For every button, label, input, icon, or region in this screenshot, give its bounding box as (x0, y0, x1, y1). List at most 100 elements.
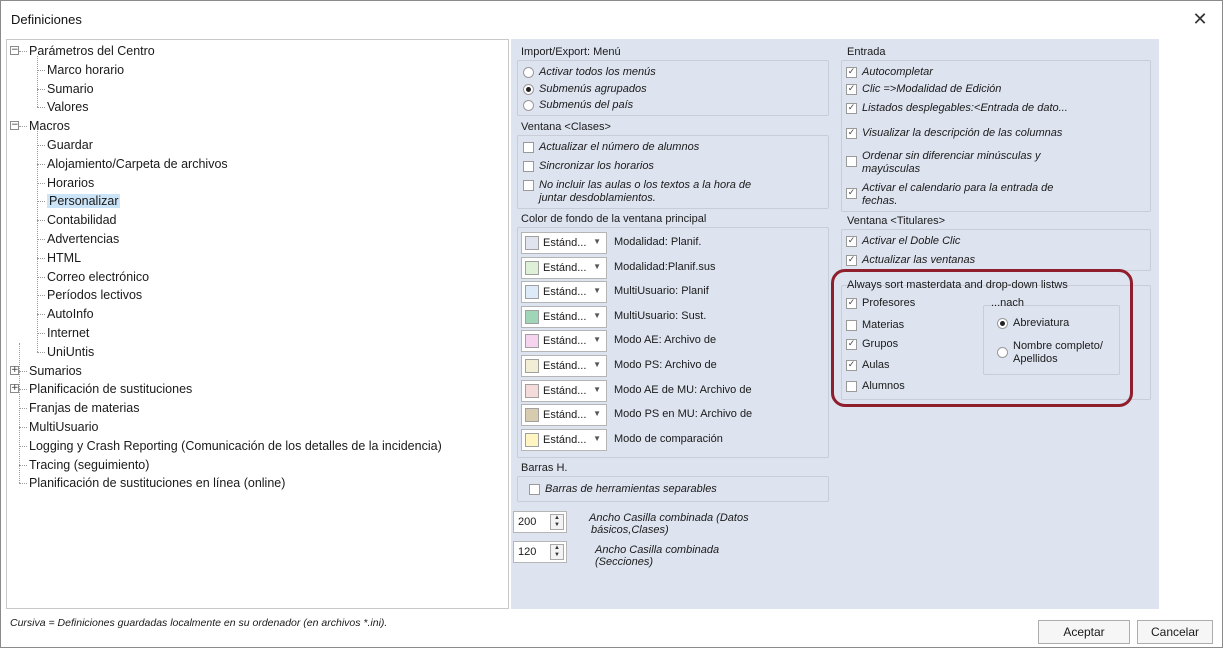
color-row: Estánd... ▼ Modo de comparación (521, 428, 821, 451)
chevron-down-icon: ▼ (593, 237, 601, 246)
tree-item[interactable]: Períodos lectivos (47, 286, 142, 304)
chevron-down-icon: ▼ (593, 384, 601, 394)
color-row-label: MultiUsuario: Planif (614, 285, 709, 298)
tree-item[interactable]: MultiUsuario (29, 418, 98, 436)
color-combo[interactable]: Estánd... ▼ (521, 428, 607, 451)
tree-item[interactable]: Advertencias (47, 230, 119, 248)
tree-connector (19, 464, 27, 466)
color-swatch (525, 309, 539, 324)
tree-item[interactable]: Parámetros del Centro (29, 42, 155, 60)
color-row-label: Modalidad: Planif. (614, 236, 702, 248)
tree-connector (37, 163, 45, 165)
tree-item[interactable]: Guardar (47, 136, 93, 154)
color-row: Estánd... ▼ Modalidad:Planif.sus (521, 256, 821, 279)
color-combo-text: Estánd... (543, 433, 587, 446)
spin-ancho-datos[interactable]: 200 ▲ ▼ (513, 511, 567, 533)
tree-connector (37, 201, 45, 203)
tree-connector (37, 276, 45, 278)
tree-connector (37, 220, 45, 222)
color-swatch (525, 359, 539, 373)
tree-item[interactable]: Sumario (47, 80, 94, 98)
tree-item[interactable]: AutoInfo (47, 305, 94, 323)
tree-connector (19, 408, 27, 410)
spin-up-icon[interactable]: ▲ (551, 545, 563, 552)
tree-item[interactable]: Correo electrónico (47, 268, 149, 286)
color-combo[interactable]: Estánd... ▼ (521, 281, 607, 304)
tree-connector (37, 333, 45, 334)
tree-item[interactable]: Tracing (seguimiento) (29, 456, 149, 474)
tree-item[interactable]: HTML (47, 249, 81, 267)
spin-ancho-secciones[interactable]: 120 ▲ ▼ (513, 541, 567, 563)
tree-item[interactable]: Planificación de sustituciones en línea … (29, 474, 285, 492)
checkbox-icon (523, 142, 534, 153)
cancel-button[interactable]: Cancelar (1137, 620, 1213, 644)
window-title: Definiciones (11, 12, 82, 27)
tree-item[interactable]: UniUntis (47, 343, 94, 361)
tree-connector (37, 107, 45, 109)
expand-icon[interactable]: + (10, 365, 19, 375)
tree-connector (37, 295, 45, 297)
tree-connector (37, 351, 45, 353)
chevron-down-icon: ▼ (593, 261, 601, 271)
tree-item[interactable]: Internet (47, 324, 89, 342)
checkbox-icon (529, 484, 540, 495)
tree-item[interactable]: Personalizar (47, 192, 121, 210)
check-icon: ✓ (846, 236, 857, 247)
spin-down-icon[interactable]: ▼ (551, 552, 563, 559)
color-swatch (525, 260, 539, 275)
color-row-label: Modo PS: Archivo de (614, 359, 717, 371)
tree-item[interactable]: Alojamiento/Carpeta de archivos (47, 155, 228, 173)
color-combo[interactable]: Estánd... ▼ (521, 355, 607, 377)
settings-tree[interactable]: Parámetros del Centro − Marco horario Sumar… (6, 39, 509, 609)
tree-connector (37, 131, 38, 352)
accept-button[interactable]: Aceptar (1038, 620, 1130, 644)
color-combo[interactable]: Estánd... ▼ (521, 232, 607, 254)
expand-icon[interactable]: + (10, 384, 19, 394)
radio-icon (523, 67, 534, 78)
color-row: Estánd... ▼ Modo AE de MU: Archivo de (521, 379, 821, 402)
color-combo[interactable]: Estánd... ▼ (521, 404, 607, 427)
radio-icon (523, 100, 534, 111)
tree-item[interactable]: Franjas de materias (29, 399, 139, 417)
color-combo-text: Estánd... (543, 286, 587, 299)
checkbox-icon (523, 161, 534, 172)
tree-connector (19, 126, 27, 128)
color-row-label: MultiUsuario: Sust. (614, 309, 707, 322)
tree-item[interactable]: Macros (29, 117, 70, 135)
chevron-down-icon: ▼ (593, 286, 601, 296)
tree-item[interactable]: Planificación de sustituciones (29, 380, 192, 398)
tree-connector (37, 56, 38, 108)
color-combo[interactable]: Estánd... ▼ (521, 379, 607, 402)
spin-ancho-datos-label: Ancho Casilla combinada (Datos básicos,Cl… (589, 512, 749, 536)
chevron-down-icon: ▼ (593, 360, 601, 369)
close-icon[interactable]: ✕ (1188, 7, 1212, 31)
spin-up-icon[interactable]: ▲ (551, 515, 563, 522)
color-fondo-title: Color de fondo de la ventana principal (521, 213, 707, 225)
tree-item[interactable]: Logging y Crash Reporting (Comunicación … (29, 437, 442, 455)
color-swatch (525, 432, 539, 447)
color-row: Estánd... ▼ Modalidad: Planif. (521, 232, 821, 254)
color-combo-text: Estánd... (543, 310, 587, 323)
checkbox-icon (523, 180, 534, 191)
tree-item[interactable]: Horarios (47, 174, 94, 192)
check-icon: ✓ (846, 103, 857, 114)
color-row: Estánd... ▼ Modo PS: Archivo de (521, 355, 821, 377)
color-swatch (525, 285, 539, 300)
spin-down-icon[interactable]: ▼ (551, 522, 563, 529)
footer-note: Cursiva = Definiciones guardadas localme… (10, 617, 388, 629)
tree-item[interactable]: Marco horario (47, 61, 124, 79)
tree-item[interactable]: Valores (47, 98, 88, 116)
tree-connector (37, 69, 45, 71)
collapse-icon[interactable]: − (10, 121, 19, 131)
collapse-icon[interactable]: − (10, 46, 19, 55)
color-combo[interactable]: Estánd... ▼ (521, 305, 607, 328)
color-combo[interactable]: Estánd... ▼ (521, 330, 607, 353)
tree-item[interactable]: Contabilidad (47, 211, 117, 229)
tree-connector (19, 370, 27, 372)
tree-connector (37, 182, 45, 184)
color-row: Estánd... ▼ Modo AE: Archivo de (521, 330, 821, 353)
color-combo-text: Estánd... (543, 409, 587, 422)
ventana-clases-title: Ventana <Clases> (521, 121, 611, 133)
tree-item[interactable]: Sumarios (29, 362, 82, 380)
color-combo[interactable]: Estánd... ▼ (521, 256, 607, 279)
